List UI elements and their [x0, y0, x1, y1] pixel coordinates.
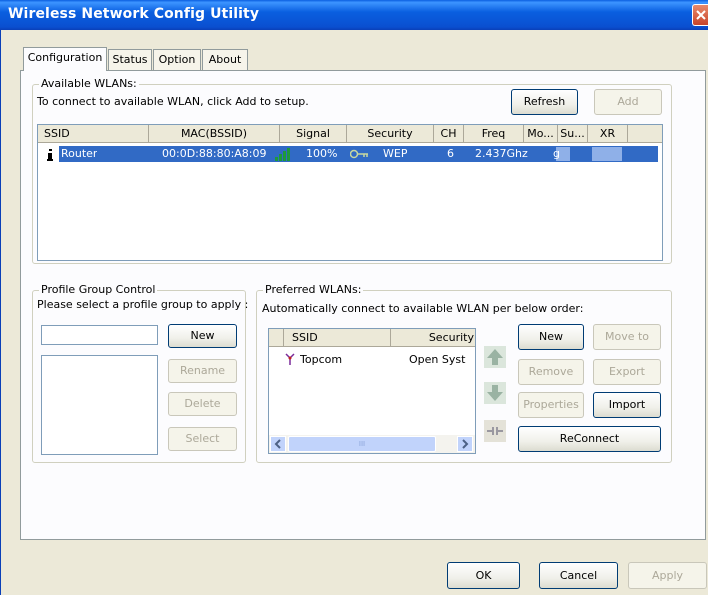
tab-status-label: Status [112, 53, 148, 66]
column-header-mode[interactable]: Mo... [524, 125, 558, 143]
reconnect-button[interactable]: ReConnect [518, 426, 661, 452]
scroll-thumb[interactable]: III [288, 436, 436, 452]
profile-new-button[interactable]: New [168, 324, 237, 348]
column-header-security[interactable]: Security [391, 329, 475, 347]
profile-group-list[interactable] [41, 355, 158, 455]
tab-configuration-label: Configuration [27, 51, 103, 64]
column-header-mac[interactable]: MAC(BSSID) [149, 125, 280, 143]
preferred-wlans-instruction: Automatically connect to available WLAN … [262, 302, 584, 315]
add-button[interactable]: Add [594, 89, 662, 115]
profile-group-instruction: Please select a profile group to apply : [37, 298, 249, 311]
tab-configuration[interactable]: Configuration [23, 47, 107, 71]
window-title: Wireless Network Config Utility [8, 6, 260, 22]
move-down-button[interactable] [484, 382, 506, 404]
preferred-wlans-title: Preferred WLANs: [263, 283, 364, 296]
arrow-right-icon [462, 439, 469, 449]
row-signal: 100% [306, 147, 338, 160]
preferred-wlans-list[interactable]: SSID Security Topcom Open Syst III [268, 328, 476, 454]
info-icon [45, 146, 57, 162]
column-header-blank [628, 125, 662, 143]
tab-about-label: About [208, 53, 242, 66]
tab-option[interactable]: Option [153, 49, 201, 70]
import-button[interactable]: Import [593, 392, 661, 418]
close-icon [696, 10, 706, 20]
apply-button[interactable]: Apply [628, 562, 707, 589]
row-freq: 2.437Ghz [475, 147, 528, 160]
preferred-row-security[interactable]: Open Syst [409, 353, 475, 366]
scroll-right-button[interactable] [457, 436, 473, 452]
column-header-security[interactable]: Security [347, 125, 434, 143]
scroll-left-button[interactable] [270, 436, 286, 452]
move-up-button[interactable] [484, 346, 506, 368]
column-header-ssid[interactable]: SSID [38, 125, 149, 143]
row-ssid: Router [61, 147, 98, 160]
rename-button[interactable]: Rename [168, 359, 237, 383]
signal-strength-icon [274, 146, 292, 162]
tab-status[interactable]: Status [108, 49, 152, 70]
row-mode: g [553, 147, 560, 160]
export-button[interactable]: Export [593, 359, 661, 385]
profile-icon [284, 352, 296, 366]
plug-icon [484, 420, 506, 442]
xr-cell-fill [592, 147, 622, 161]
delete-button[interactable]: Delete [168, 392, 237, 416]
disconnect-button[interactable] [484, 420, 506, 442]
title-bar: Wireless Network Config Utility [0, 0, 708, 30]
column-header-signal[interactable]: Signal [280, 125, 347, 143]
column-header-blank [269, 329, 284, 347]
arrow-up-icon [484, 346, 506, 368]
available-wlans-list[interactable]: SSID MAC(BSSID) Signal Security CH Freq … [37, 124, 663, 261]
arrow-down-icon [484, 382, 506, 404]
profile-group-input[interactable] [41, 325, 158, 345]
select-button[interactable]: Select [168, 427, 237, 451]
tab-option-label: Option [158, 53, 196, 66]
column-header-ch[interactable]: CH [434, 125, 464, 143]
column-header-ssid[interactable]: SSID [284, 329, 391, 347]
refresh-button[interactable]: Refresh [511, 89, 578, 115]
key-icon [349, 149, 370, 159]
remove-button[interactable]: Remove [518, 359, 584, 385]
arrow-left-icon [274, 439, 281, 449]
profile-group-title: Profile Group Control [39, 283, 158, 296]
move-to-button[interactable]: Move to [593, 324, 661, 350]
row-security: WEP [383, 147, 408, 160]
column-header-su[interactable]: Su... [558, 125, 588, 143]
tab-about[interactable]: About [202, 49, 248, 70]
available-wlans-title: Available WLANs: [39, 77, 139, 90]
preferred-row-ssid[interactable]: Topcom [300, 353, 342, 366]
row-mac: 00:0D:88:80:A8:09 [162, 147, 267, 160]
preferred-new-button[interactable]: New [518, 324, 584, 350]
close-button[interactable] [692, 4, 708, 26]
properties-button[interactable]: Properties [518, 392, 584, 418]
cancel-button[interactable]: Cancel [539, 562, 618, 589]
horizontal-scrollbar[interactable]: III [269, 435, 475, 453]
column-header-xr[interactable]: XR [588, 125, 628, 143]
row-ch: 6 [447, 147, 454, 160]
column-header-freq[interactable]: Freq [464, 125, 524, 143]
ok-button[interactable]: OK [447, 562, 520, 589]
available-wlans-instruction: To connect to available WLAN, click Add … [37, 95, 309, 108]
